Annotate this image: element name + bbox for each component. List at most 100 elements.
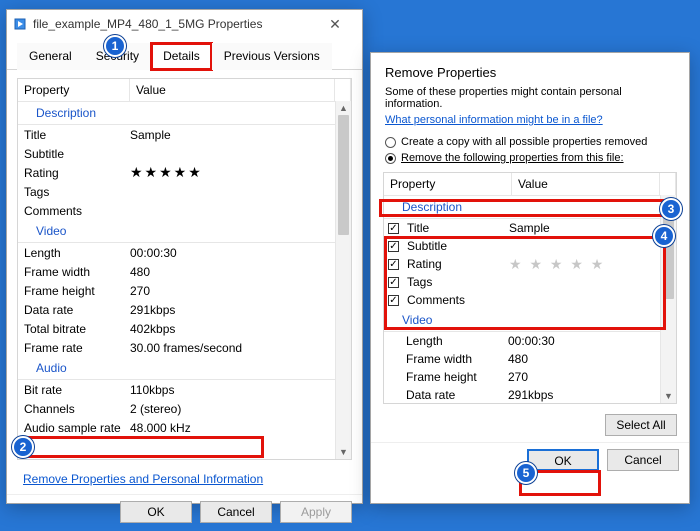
column-value-header[interactable]: Value <box>130 79 335 101</box>
prop-value: 270 <box>508 370 670 384</box>
property-row[interactable]: Comments <box>18 201 351 220</box>
column-value-header[interactable]: Value <box>512 173 660 195</box>
prop-value: 480 <box>130 265 345 279</box>
callout-badge-5: 5 <box>515 462 537 484</box>
checkbox[interactable]: ✓ <box>388 277 399 288</box>
property-row[interactable]: Frame height270 <box>384 368 676 386</box>
select-all-button[interactable]: Select All <box>605 414 677 436</box>
property-row[interactable]: Bit rate110kbps <box>18 380 351 399</box>
property-row[interactable]: ✓TitleSample <box>384 219 676 237</box>
property-row[interactable]: Frame rate30.00 frames/second <box>18 338 351 357</box>
property-row[interactable]: Frame width480 <box>18 262 351 281</box>
prop-name: Total bitrate <box>24 322 130 336</box>
rating-stars-icon[interactable]: ★★★★★ <box>130 166 345 180</box>
column-property-header[interactable]: Property <box>18 79 130 101</box>
tab-details[interactable]: Details <box>151 43 212 70</box>
property-row[interactable]: Frame width480 <box>384 350 676 368</box>
prop-name: Frame rate <box>24 341 130 355</box>
prop-value: 291kbps <box>508 388 670 402</box>
prop-name: Subtitle <box>407 239 503 253</box>
select-all-row: Select All <box>371 410 689 442</box>
checkbox[interactable]: ✓ <box>388 223 399 234</box>
ok-button[interactable]: OK <box>527 449 599 471</box>
properties-window: file_example_MP4_480_1_5MG Properties ✕ … <box>6 9 363 504</box>
prop-name: Frame width <box>24 265 130 279</box>
scroll-thumb[interactable] <box>663 209 674 299</box>
checkbox[interactable]: ✓ <box>388 295 399 306</box>
scroll-thumb[interactable] <box>338 115 349 235</box>
remove-properties-link[interactable]: Remove Properties and Personal Informati… <box>19 470 267 488</box>
property-row[interactable]: TitleSample <box>18 125 351 144</box>
dialog-title: Remove Properties <box>371 53 689 84</box>
radio-create-copy[interactable]: Create a copy with all possible properti… <box>371 134 689 150</box>
prop-value <box>130 147 345 161</box>
property-row[interactable]: Subtitle <box>18 144 351 163</box>
scroll-down-icon[interactable]: ▼ <box>661 389 676 403</box>
property-row[interactable]: Data rate 291kbps <box>384 386 676 404</box>
radio-icon <box>385 153 396 164</box>
scrollbar[interactable]: ▲ ▼ <box>335 101 351 459</box>
callout-badge-2: 2 <box>12 436 34 458</box>
prop-name: Frame height <box>24 284 130 298</box>
column-property-header[interactable]: Property <box>384 173 512 195</box>
property-row[interactable]: Length00:00:30 <box>18 243 351 262</box>
prop-name: Subtitle <box>24 147 130 161</box>
property-row[interactable]: ✓ Subtitle <box>384 237 676 255</box>
section-description: Description <box>384 196 676 219</box>
prop-name: Title <box>24 128 130 142</box>
properties-header: Property Value <box>18 79 351 102</box>
video-file-icon <box>13 17 27 31</box>
property-row[interactable]: ✓ Tags <box>384 273 676 291</box>
prop-value: 2 (stereo) <box>130 402 345 416</box>
prop-name: Data rate <box>406 388 502 402</box>
property-row[interactable]: Rating★★★★★ <box>18 163 351 182</box>
checkbox[interactable]: ✓ <box>388 259 399 270</box>
radio-remove-following[interactable]: Remove the following properties from thi… <box>371 150 689 166</box>
checkbox[interactable]: ✓ <box>388 241 399 252</box>
property-row[interactable]: Length00:00:30 <box>384 332 676 350</box>
personal-info-help-link[interactable]: What personal information might be in a … <box>371 112 689 134</box>
prop-name: Bit rate <box>24 383 130 397</box>
scroll-up-icon[interactable]: ▲ <box>336 101 351 115</box>
prop-value: 110kbps <box>130 383 345 397</box>
tab-general[interactable]: General <box>17 43 84 70</box>
property-row[interactable]: ✓Rating★ ★ ★ ★ ★ <box>384 255 676 273</box>
window-title: file_example_MP4_480_1_5MG Properties <box>33 17 262 31</box>
section-audio: Audio <box>18 357 351 380</box>
prop-value: Sample <box>130 128 345 142</box>
close-button[interactable]: ✕ <box>314 11 356 37</box>
tab-previous-versions[interactable]: Previous Versions <box>212 43 332 70</box>
prop-name: Tags <box>24 185 130 199</box>
callout-badge-4: 4 <box>653 225 675 247</box>
callout-badge-1: 1 <box>104 35 126 57</box>
callout-badge-3: 3 <box>660 198 682 220</box>
property-row[interactable]: Channels2 (stereo) <box>18 399 351 418</box>
property-row[interactable]: Total bitrate402kbps <box>18 319 351 338</box>
property-row[interactable]: Frame height270 <box>18 281 351 300</box>
property-row[interactable]: Audio sample rate48.000 kHz <box>18 418 351 437</box>
cancel-button[interactable]: Cancel <box>200 501 272 523</box>
dialog-description: Some of these properties might contain p… <box>371 84 689 112</box>
prop-name: Length <box>24 246 130 260</box>
radio-icon <box>385 137 396 148</box>
properties-header: Property Value <box>384 173 676 196</box>
prop-name: Rating <box>24 166 130 180</box>
prop-value: 270 <box>130 284 345 298</box>
tab-strip: General Security Details Previous Versio… <box>7 42 362 70</box>
section-video: Video <box>384 309 676 332</box>
rating-stars-icon[interactable]: ★ ★ ★ ★ ★ <box>509 258 670 270</box>
prop-name: Tags <box>407 275 503 289</box>
prop-name: Audio sample rate <box>24 421 130 435</box>
prop-value: 00:00:30 <box>508 334 670 348</box>
scroll-down-icon[interactable]: ▼ <box>336 445 351 459</box>
cancel-button[interactable]: Cancel <box>607 449 679 471</box>
property-row[interactable]: ✓Comments <box>384 291 676 309</box>
titlebar[interactable]: file_example_MP4_480_1_5MG Properties ✕ <box>7 10 362 38</box>
prop-name: Title <box>407 221 503 235</box>
ok-button[interactable]: OK <box>120 501 192 523</box>
property-row[interactable]: Data rate291kbps <box>18 300 351 319</box>
prop-name: Frame width <box>406 352 502 366</box>
column-spacer <box>335 79 351 101</box>
property-row[interactable]: Tags <box>18 182 351 201</box>
prop-name: Comments <box>24 204 130 218</box>
